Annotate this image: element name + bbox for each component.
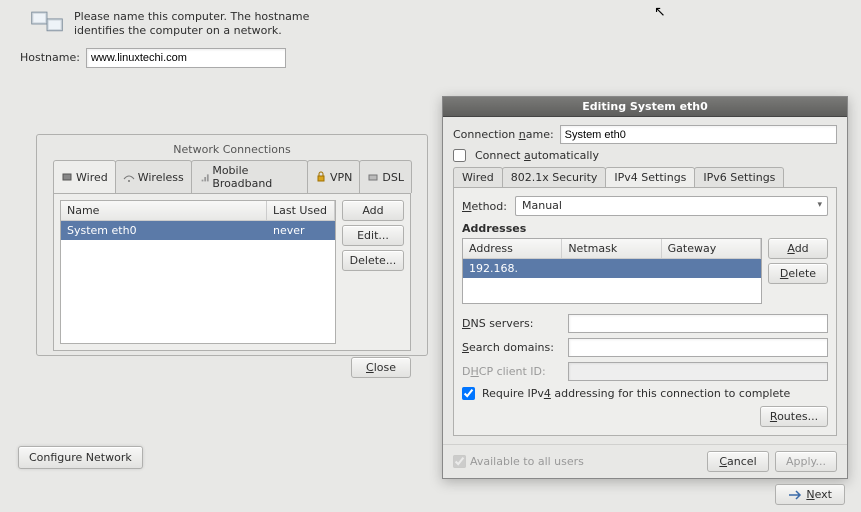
add-button[interactable]: Add — [342, 200, 404, 221]
connect-auto-checkbox[interactable] — [453, 149, 466, 162]
row-name: System eth0 — [61, 221, 267, 240]
connection-tabs: Wired Wireless Mobile Broadband VPN DSL — [53, 160, 411, 193]
connection-name-input[interactable] — [560, 125, 837, 144]
cell-netmask — [562, 259, 661, 278]
next-label: Next — [806, 488, 832, 501]
network-connections-title: Network Connections — [167, 143, 296, 156]
addr-add-button[interactable]: Add — [768, 238, 828, 259]
available-checkbox — [453, 455, 466, 468]
header: Please name this computer. The hostname … — [0, 0, 861, 44]
dns-label: DNS servers: — [462, 317, 562, 330]
addresses-table[interactable]: Address Netmask Gateway 192.168. — [462, 238, 762, 304]
row-last: never — [267, 221, 335, 240]
list-buttons: Add Edit... Delete... — [342, 200, 404, 344]
search-domains-label: Search domains: — [462, 341, 562, 354]
tab-wireless-label: Wireless — [138, 171, 184, 184]
configure-network-button[interactable]: Configure Network — [18, 446, 143, 469]
vpn-icon — [315, 171, 327, 183]
connection-name-label: Connection name: — [453, 128, 554, 141]
delete-button[interactable]: Delete... — [342, 250, 404, 271]
routes-button[interactable]: Routes... — [760, 406, 828, 427]
next-arrow-icon — [788, 490, 802, 500]
col-address: Address — [463, 239, 562, 258]
dhcp-client-label: DHCP client ID: — [462, 365, 562, 378]
list-row[interactable]: System eth0 never — [61, 221, 335, 240]
wireless-icon — [123, 171, 135, 183]
require-ipv4-checkbox[interactable] — [462, 387, 475, 400]
dialog-title: Editing System eth0 — [443, 97, 847, 117]
dlg-tab-ipv6[interactable]: IPv6 Settings — [694, 167, 784, 187]
edit-connection-dialog: Editing System eth0 Connection name: Con… — [442, 96, 848, 479]
tab-mobile[interactable]: Mobile Broadband — [191, 160, 308, 193]
header-instructions: Please name this computer. The hostname … — [74, 10, 354, 39]
tab-vpn[interactable]: VPN — [307, 160, 360, 193]
col-netmask: Netmask — [562, 239, 661, 258]
wired-tab-content: Name Last Used System eth0 never Add Edi… — [53, 193, 411, 351]
tab-dsl-label: DSL — [382, 171, 404, 184]
method-label: Method: — [462, 200, 507, 213]
edit-button[interactable]: Edit... — [342, 225, 404, 246]
dsl-icon — [367, 171, 379, 183]
network-connections-panel: Network Connections Wired Wireless Mobil… — [36, 134, 428, 356]
available-label: Available to all users — [470, 455, 584, 468]
dlg-tab-wired[interactable]: Wired — [453, 167, 503, 187]
dns-input[interactable] — [568, 314, 828, 333]
connect-auto-label: Connect automatically — [475, 149, 599, 162]
addr-delete-button[interactable]: Delete — [768, 263, 828, 284]
dlg-tab-ipv4[interactable]: IPv4 Settings — [605, 167, 695, 187]
hostname-input[interactable] — [86, 48, 286, 68]
dhcp-client-input — [568, 362, 828, 381]
cell-gateway — [662, 259, 761, 278]
wired-icon — [61, 171, 73, 183]
address-row[interactable]: 192.168. — [463, 259, 761, 278]
available-all-users: Available to all users — [453, 455, 584, 468]
col-name: Name — [61, 201, 267, 220]
tab-wireless[interactable]: Wireless — [115, 160, 192, 193]
list-header: Name Last Used — [61, 201, 335, 221]
apply-button[interactable]: Apply... — [775, 451, 837, 472]
require-ipv4-label: Require IPv4 addressing for this connect… — [482, 387, 790, 400]
cancel-button[interactable]: Cancel — [707, 451, 769, 472]
tab-wired-label: Wired — [76, 171, 108, 184]
method-combo[interactable]: Manual — [515, 196, 828, 216]
ipv4-tab-content: Method: Manual Addresses Address Netmask… — [453, 187, 837, 436]
tab-mobile-label: Mobile Broadband — [212, 164, 300, 190]
search-domains-input[interactable] — [568, 338, 828, 357]
tab-vpn-label: VPN — [330, 171, 352, 184]
dlg-tab-security[interactable]: 802.1x Security — [502, 167, 607, 187]
col-last-used: Last Used — [267, 201, 335, 220]
hostname-label: Hostname: — [20, 51, 80, 64]
mobile-icon — [199, 171, 210, 183]
close-button[interactable]: Close — [351, 357, 411, 378]
tab-dsl[interactable]: DSL — [359, 160, 412, 193]
tab-wired[interactable]: Wired — [53, 160, 116, 193]
next-button[interactable]: Next — [775, 484, 845, 505]
connection-list[interactable]: Name Last Used System eth0 never — [60, 200, 336, 344]
col-gateway: Gateway — [662, 239, 761, 258]
cell-address: 192.168. — [463, 259, 562, 278]
computer-icon — [30, 10, 64, 38]
addresses-title: Addresses — [462, 222, 828, 235]
